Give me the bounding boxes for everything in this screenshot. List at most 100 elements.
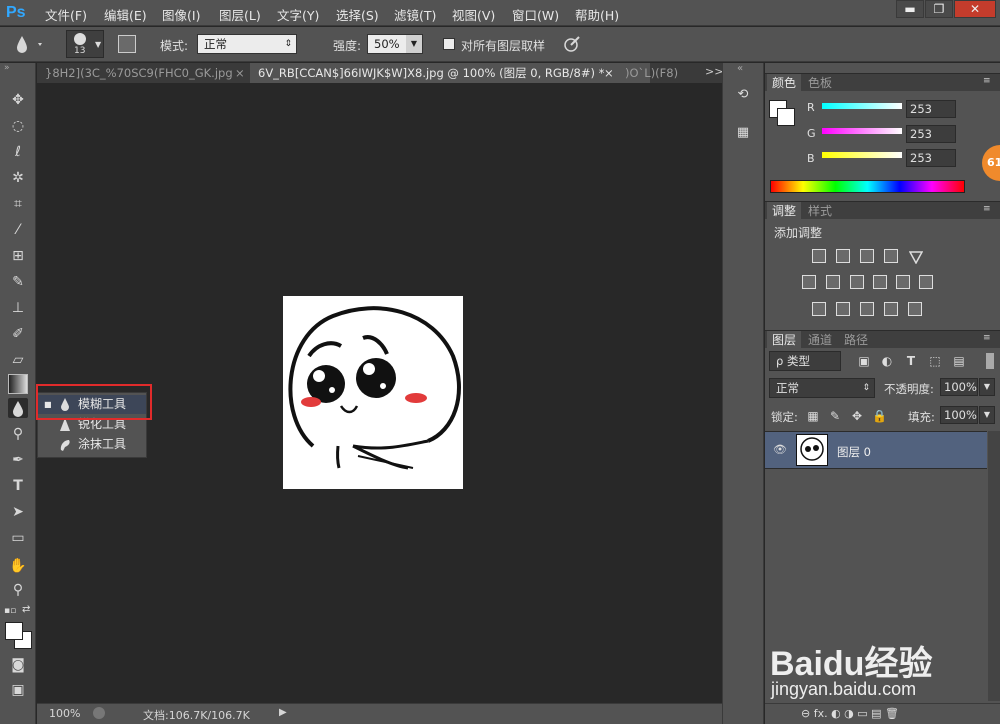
vibrance-icon[interactable] [908, 249, 924, 265]
selective-color-icon[interactable] [908, 302, 922, 316]
lock-all-icon[interactable]: 🔒 [872, 409, 887, 423]
filter-smart-object-icon[interactable]: ▤ [952, 354, 966, 368]
eyedropper-tool-icon[interactable]: ⁄ [8, 220, 28, 240]
restore-button[interactable]: ❐ [925, 0, 953, 18]
eraser-tool-icon[interactable]: ▱ [8, 350, 28, 370]
history-panel-icon[interactable]: ⟲ [733, 87, 753, 107]
lasso-tool-icon[interactable]: ℓ [8, 142, 28, 162]
brush-panel-toggle-icon[interactable] [118, 35, 136, 53]
filter-shape-icon[interactable]: ⬚ [928, 354, 942, 368]
posterize-icon[interactable] [836, 302, 850, 316]
panel-menu-icon[interactable]: ≡ [983, 204, 991, 214]
tab-overflow-button[interactable]: >> [705, 65, 723, 78]
layer-filter-select[interactable]: ρ 类型 [769, 351, 841, 371]
tab-channels[interactable]: 通道 [803, 331, 837, 349]
brush-size-picker[interactable]: 13 ▼ [66, 30, 104, 58]
zoom-level[interactable]: 100% [49, 707, 80, 720]
foreground-color-swatch[interactable] [5, 622, 23, 640]
screen-mode-icon[interactable]: ▣ [8, 680, 28, 700]
invert-icon[interactable] [812, 302, 826, 316]
curves-icon[interactable] [860, 249, 874, 263]
status-menu-icon[interactable] [93, 707, 105, 719]
hand-tool-icon[interactable]: ✋ [8, 556, 28, 576]
tab-adjustments[interactable]: 调整 [767, 202, 802, 220]
strength-input[interactable]: 50% ▼ [367, 34, 423, 54]
panel-collapse-icon[interactable]: « [737, 63, 743, 74]
dodge-tool-icon[interactable]: ⚲ [8, 424, 28, 444]
threshold-icon[interactable] [860, 302, 874, 316]
filter-adjustment-icon[interactable]: ◐ [880, 354, 894, 368]
lock-transparent-icon[interactable]: ▦ [806, 409, 820, 423]
path-selection-tool-icon[interactable]: ➤ [8, 502, 28, 522]
history-brush-tool-icon[interactable]: ✐ [8, 324, 28, 344]
chevron-down-icon[interactable]: ▼ [979, 378, 995, 396]
menu-image[interactable]: 图像(I) [162, 5, 200, 24]
green-slider[interactable] [822, 128, 902, 134]
menu-help[interactable]: 帮助(H) [575, 5, 619, 24]
panel-collapse-icon[interactable]: » [4, 63, 10, 73]
chevron-down-icon[interactable]: ▼ [979, 406, 995, 424]
fill-input[interactable]: 100% [940, 406, 978, 424]
tab-document-1[interactable]: }8H2](3C_%70SC9(FHC0_GK.jpg × [37, 63, 247, 83]
brush-tool-icon[interactable]: ✎ [8, 272, 28, 292]
exposure-icon[interactable] [884, 249, 898, 263]
blur-tool-icon[interactable] [8, 398, 28, 418]
tab-close-icon[interactable]: × [604, 63, 614, 83]
pressure-brush-icon[interactable] [562, 34, 582, 54]
minimize-button[interactable]: ▬ [896, 0, 924, 18]
menu-file[interactable]: 文件(F) [45, 5, 87, 24]
sample-all-layers-checkbox[interactable] [443, 38, 455, 50]
lock-position-icon[interactable]: ✥ [850, 409, 864, 423]
gradient-map-icon[interactable] [884, 302, 898, 316]
swap-colors-icon[interactable]: ⇄ [22, 604, 30, 615]
color-balance-icon[interactable] [826, 275, 840, 289]
type-tool-icon[interactable]: T [8, 476, 28, 496]
zoom-tool-icon[interactable]: ⚲ [8, 580, 28, 600]
layer-footer-icons[interactable]: ⊖ fx. ◐ ◑ ▭ ▤ 🗑 [801, 707, 899, 720]
color-spectrum-ramp[interactable] [770, 180, 965, 193]
document-canvas[interactable] [283, 296, 463, 489]
clone-stamp-tool-icon[interactable]: ⊥ [8, 298, 28, 318]
gradient-tool-icon[interactable] [8, 374, 28, 394]
healing-brush-tool-icon[interactable]: ⊞ [8, 246, 28, 266]
marquee-tool-icon[interactable]: ◌ [8, 116, 28, 136]
menu-window[interactable]: 窗口(W) [512, 5, 559, 24]
filter-toggle-switch[interactable] [986, 353, 994, 369]
tab-color[interactable]: 颜色 [767, 74, 802, 92]
tab-close-icon[interactable]: × [235, 63, 245, 83]
red-value-input[interactable]: 253 [906, 100, 956, 118]
menu-select[interactable]: 选择(S) [336, 5, 379, 24]
brightness-contrast-icon[interactable] [812, 249, 826, 263]
red-slider[interactable] [822, 103, 902, 109]
green-value-input[interactable]: 253 [906, 125, 956, 143]
layers-scrollbar[interactable] [988, 431, 1000, 701]
filter-type-icon[interactable]: T [904, 354, 918, 368]
layer-row[interactable]: 👁 图层 0 [765, 431, 987, 469]
crop-tool-icon[interactable]: ⌗ [8, 194, 28, 214]
mode-select[interactable]: 正常 ⇕ [197, 34, 297, 54]
background-color-swatch[interactable] [777, 108, 795, 126]
opacity-input[interactable]: 100% [940, 378, 978, 396]
hue-saturation-icon[interactable] [802, 275, 816, 289]
black-white-icon[interactable] [850, 275, 864, 289]
properties-panel-icon[interactable]: ▦ [733, 125, 753, 145]
tool-preset-picker[interactable] [8, 32, 48, 56]
channel-mixer-icon[interactable] [896, 275, 910, 289]
menu-layer[interactable]: 图层(L) [219, 5, 261, 24]
menu-filter[interactable]: 滤镜(T) [394, 5, 436, 24]
chevron-down-icon[interactable]: ▼ [406, 35, 422, 53]
color-lookup-icon[interactable] [919, 275, 933, 289]
panel-menu-icon[interactable]: ≡ [983, 333, 991, 343]
quick-mask-icon[interactable]: ◙ [8, 655, 28, 675]
visibility-eye-icon[interactable]: 👁 [773, 443, 787, 456]
blue-value-input[interactable]: 253 [906, 149, 956, 167]
menu-type[interactable]: 文字(Y) [277, 5, 319, 24]
menu-edit[interactable]: 编辑(E) [104, 5, 147, 24]
move-tool-icon[interactable]: ✥ [8, 90, 28, 110]
close-window-button[interactable]: ✕ [954, 0, 996, 18]
blue-slider[interactable] [822, 152, 902, 158]
status-arrow-icon[interactable]: ▶ [279, 707, 287, 718]
menu-view[interactable]: 视图(V) [452, 5, 495, 24]
layer-name[interactable]: 图层 0 [837, 444, 871, 460]
tab-document-3[interactable]: )O`L)(F8) [617, 63, 707, 83]
